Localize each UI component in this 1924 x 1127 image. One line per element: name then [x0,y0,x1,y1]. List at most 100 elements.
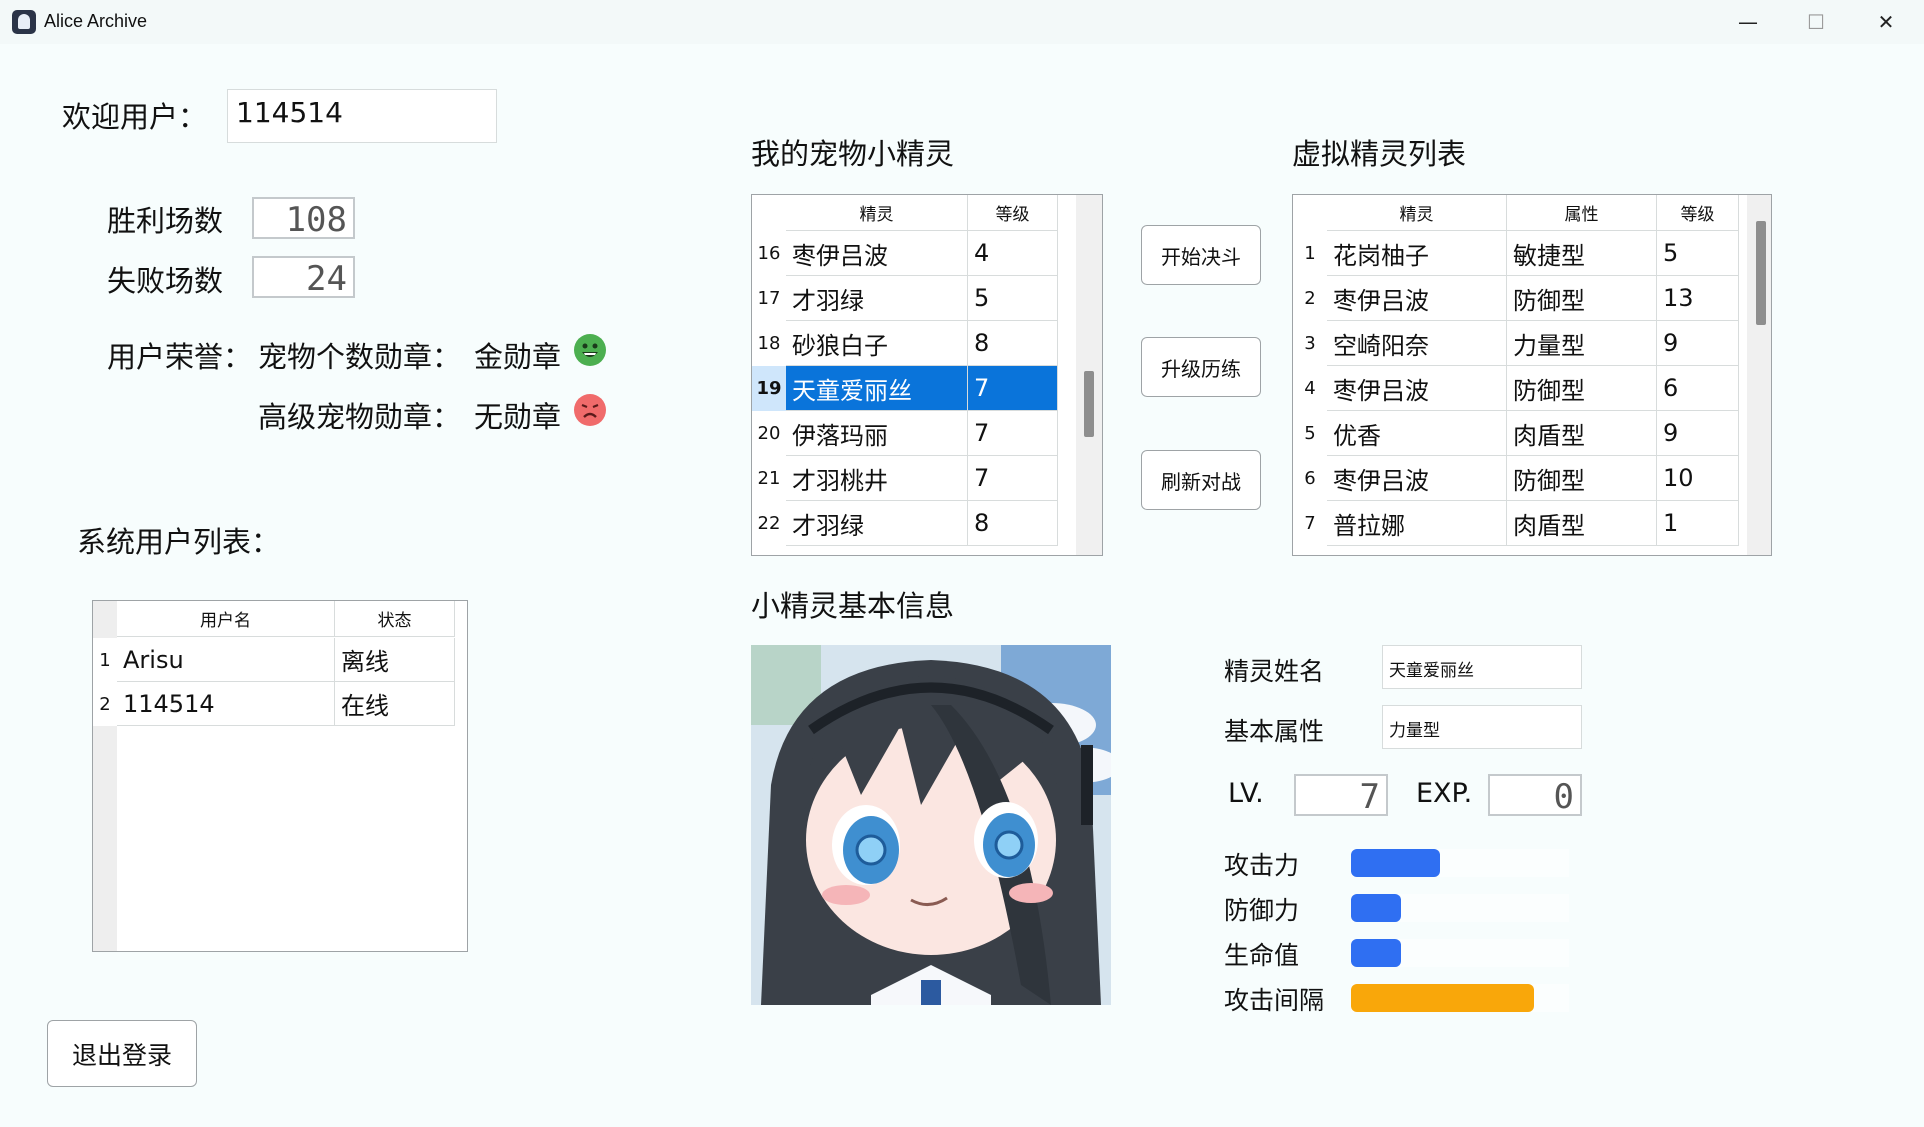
defense-bar [1351,894,1401,922]
maximize-button[interactable]: ☐ [1782,0,1850,44]
row-number: 7 [1293,501,1327,546]
column-header-status[interactable]: 状态 [335,601,455,637]
attack-interval-bar [1351,984,1534,1012]
scrollbar-thumb[interactable] [1756,221,1766,325]
window-title: Alice Archive [44,11,148,31]
table-cell-status[interactable]: 在线 [335,682,455,726]
scrollbar-thumb[interactable] [1084,371,1094,437]
table-cell-level[interactable]: 6 [1657,366,1739,411]
table-cell-pet[interactable]: 花岗柚子 [1327,231,1507,276]
logout-button[interactable]: 退出登录 [47,1020,197,1087]
my-pets-table[interactable]: 精灵 等级 16 枣伊吕波 4 17 才羽绿 5 18 砂狼白子 8 19 天童爱丽丝 7 20 伊落玛丽… [751,194,1103,556]
table-cell-pet[interactable]: 枣伊吕波 [1327,456,1507,501]
sad-face-icon [574,394,606,426]
table-cell-level[interactable]: 13 [1657,276,1739,321]
table-cell-pet[interactable]: 枣伊吕波 [1327,366,1507,411]
level-display: 7 [1294,774,1388,817]
pet-name-field[interactable]: 天童爱丽丝 [1382,645,1582,689]
table-cell-pet[interactable]: 普拉娜 [1327,501,1507,546]
attack-interval-label: 攻击间隔 [1224,986,1325,1015]
table-cell-level[interactable]: 9 [1657,321,1739,366]
row-number: 2 [93,682,117,726]
table-cell-level[interactable]: 1 [1657,501,1739,546]
table-cell-attribute[interactable]: 防御型 [1507,456,1657,501]
table-cell-pet[interactable]: 优香 [1327,411,1507,456]
row-number: 20 [752,411,786,456]
row-number: 6 [1293,456,1327,501]
row-number: 3 [1293,321,1327,366]
table-cell-level[interactable]: 5 [968,276,1058,321]
table-cell-attribute[interactable]: 防御型 [1507,276,1657,321]
level-train-button[interactable]: 升级历练 [1141,337,1261,397]
table-cell-username[interactable]: Arisu [117,638,335,682]
row-number: 5 [1293,411,1327,456]
column-header-username[interactable]: 用户名 [117,601,335,637]
column-header-level[interactable]: 等级 [1657,195,1739,231]
table-cell-level[interactable]: 7 [968,411,1058,456]
table-cell-pet[interactable]: 枣伊吕波 [786,231,968,276]
table-cell-level[interactable]: 8 [968,321,1058,366]
row-number: 22 [752,501,786,546]
table-cell-username[interactable]: 114514 [117,682,335,726]
column-header-pet[interactable]: 精灵 [1327,195,1507,231]
table-cell-level-selected[interactable]: 7 [968,366,1058,411]
virtual-pets-table[interactable]: 精灵 属性 等级 1 花岗柚子 敏捷型 5 2 枣伊吕波 防御型 13 3 空崎阳奈 力量型 9 4 枣伊… [1292,194,1772,556]
minimize-button[interactable]: — [1714,0,1782,44]
table-cell-pet[interactable]: 才羽绿 [786,501,968,546]
table-cell-level[interactable]: 7 [968,456,1058,501]
hp-label: 生命值 [1224,941,1300,970]
table-cell-pet[interactable]: 伊落玛丽 [786,411,968,456]
losses-label: 失败场数 [107,264,224,298]
row-number: 19 [752,366,786,411]
table-cell-pet[interactable]: 枣伊吕波 [1327,276,1507,321]
table-cell-attribute[interactable]: 肉盾型 [1507,501,1657,546]
app-icon [12,10,36,34]
wins-label: 胜利场数 [107,204,224,238]
my-pets-scrollbar[interactable] [1076,195,1102,555]
table-cell-pet[interactable]: 才羽绿 [786,276,968,321]
high-pet-badge-label: 高级宠物勋章： [258,400,462,434]
pet-info-title: 小精灵基本信息 [751,589,955,623]
losses-counter: 24 [252,256,355,299]
column-header-pet[interactable]: 精灵 [786,195,968,231]
table-cell-level[interactable]: 9 [1657,411,1739,456]
pet-name-label: 精灵姓名 [1224,657,1325,686]
table-cell-level[interactable]: 8 [968,501,1058,546]
username-field[interactable]: 114514 [227,89,497,143]
table-cell-pet[interactable]: 砂狼白子 [786,321,968,366]
close-button[interactable]: ✕ [1852,0,1920,44]
table-cell-attribute[interactable]: 力量型 [1507,321,1657,366]
row-number: 1 [1293,231,1327,276]
row-number: 18 [752,321,786,366]
user-list-title: 系统用户列表： [77,525,281,559]
table-cell-status[interactable]: 离线 [335,638,455,682]
table-cell-pet[interactable]: 才羽桃井 [786,456,968,501]
table-cell-level[interactable]: 10 [1657,456,1739,501]
virtual-pets-scrollbar[interactable] [1747,195,1771,555]
table-cell-attribute[interactable]: 敏捷型 [1507,231,1657,276]
welcome-label: 欢迎用户： [62,100,208,134]
table-cell-attribute[interactable]: 肉盾型 [1507,411,1657,456]
column-header-level[interactable]: 等级 [968,195,1058,231]
column-header-attribute[interactable]: 属性 [1507,195,1657,231]
refresh-battle-button[interactable]: 刷新对战 [1141,450,1261,510]
row-number: 2 [1293,276,1327,321]
pet-attribute-field[interactable]: 力量型 [1382,705,1582,749]
table-cell-attribute[interactable]: 防御型 [1507,366,1657,411]
honor-label: 用户荣誉： [107,340,253,374]
user-list-table[interactable]: 用户名 状态 1 Arisu 离线 2 114514 在线 [92,600,468,952]
pet-portrait [751,645,1111,1005]
start-duel-button[interactable]: 开始决斗 [1141,225,1261,285]
table-cell-level[interactable]: 5 [1657,231,1739,276]
table-cell-pet-selected[interactable]: 天童爱丽丝 [786,366,968,411]
exp-display: 0 [1488,774,1582,817]
table-cell-pet[interactable]: 空崎阳奈 [1327,321,1507,366]
row-number: 21 [752,456,786,501]
virtual-pets-title: 虚拟精灵列表 [1292,137,1467,171]
level-label: LV. [1228,778,1264,809]
hp-bar [1351,939,1401,967]
grinning-face-icon [574,334,606,366]
row-number: 17 [752,276,786,321]
pet-count-badge: 金勋章 [474,340,562,374]
table-cell-level[interactable]: 4 [968,231,1058,276]
